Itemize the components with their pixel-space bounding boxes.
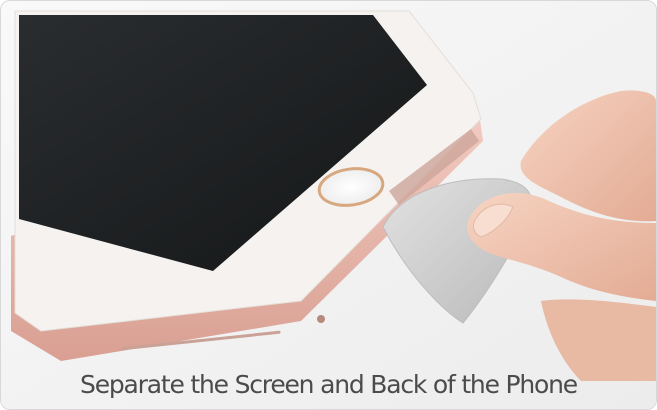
image-caption: Separate the Screen and Back of the Phon… [80, 370, 578, 399]
headphone-jack-icon [317, 315, 325, 323]
phone-opening-photo [1, 1, 656, 409]
product-image-frame: Separate the Screen and Back of the Phon… [0, 0, 657, 410]
